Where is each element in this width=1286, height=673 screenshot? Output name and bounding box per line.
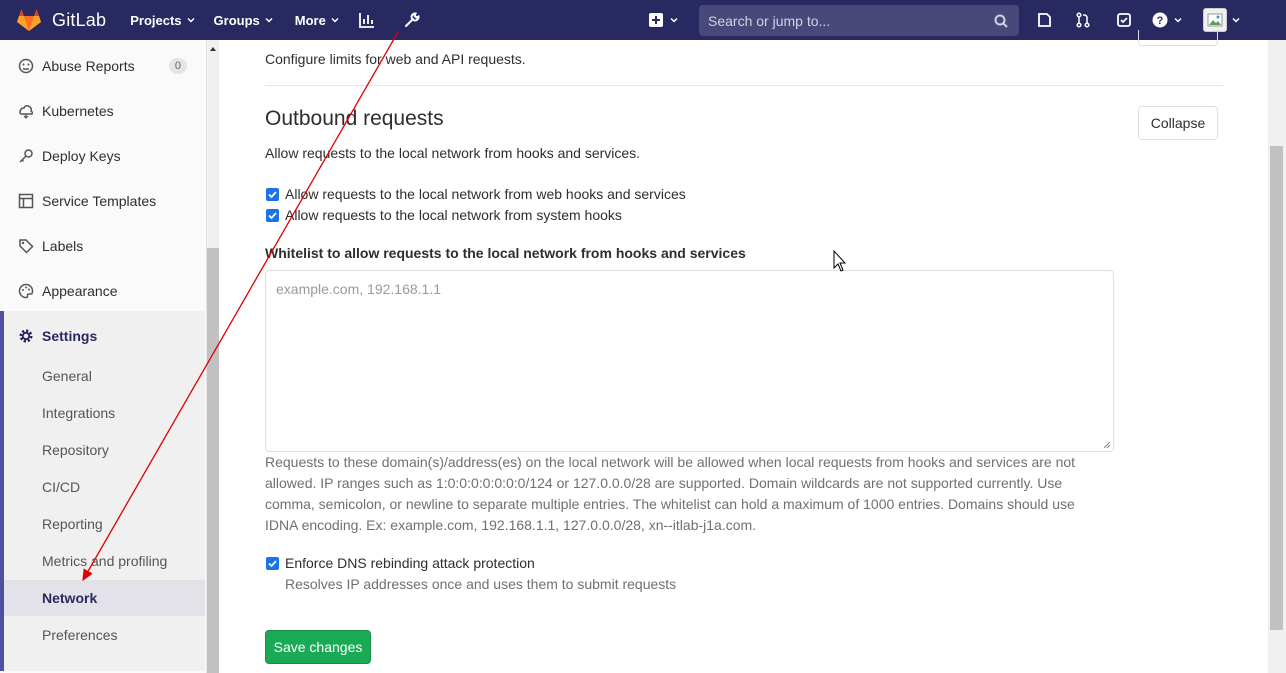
count-badge: 0 — [168, 57, 187, 74]
checkmark-icon — [268, 560, 277, 568]
sidebar-scrollbar-thumb[interactable] — [207, 248, 219, 673]
new-dropdown[interactable] — [648, 0, 679, 40]
label-icon — [19, 238, 34, 254]
dns-rebinding-help: Resolves IP addresses once and uses them… — [285, 576, 677, 592]
nav-more-label: More — [294, 12, 326, 28]
active-item-highlight — [4, 580, 205, 616]
sidebar-item-kubernetes[interactable]: Kubernetes — [0, 88, 205, 133]
sidebar-item-service-templates[interactable]: Service Templates — [0, 178, 205, 223]
web-hooks-checkbox-label[interactable]: Allow requests to the local network from… — [285, 186, 686, 202]
broken-image-icon — [1207, 13, 1223, 27]
appearance-icon — [18, 283, 34, 298]
sidebar-subitem-reporting[interactable]: Reporting — [42, 516, 103, 532]
nav-projects[interactable]: Projects — [130, 0, 195, 40]
dns-rebinding-label[interactable]: Enforce DNS rebinding attack protection — [285, 555, 535, 571]
whitelist-textarea[interactable]: example.com, 192.168.1.1 — [265, 270, 1114, 452]
chevron-down-icon — [1232, 17, 1240, 23]
admin-wrench-icon[interactable] — [397, 5, 427, 35]
checkmark-icon — [268, 191, 277, 199]
sidebar-subitem-repository[interactable]: Repository — [42, 442, 109, 458]
abuse-reports-icon — [18, 58, 34, 73]
section-title: Outbound requests — [265, 107, 444, 130]
search-box[interactable]: Search or jump to... — [699, 5, 1019, 36]
sidebar-item-label: Deploy Keys — [42, 147, 121, 164]
nav-groups[interactable]: Groups — [214, 0, 274, 40]
settings-section-bg — [0, 311, 205, 671]
scroll-up-arrow-icon[interactable] — [208, 44, 218, 54]
sidebar-item-labels[interactable]: Labels — [0, 223, 205, 268]
sidebar-subitem-integrations[interactable]: Integrations — [42, 405, 115, 421]
resize-handle-icon[interactable] — [1103, 441, 1111, 449]
save-changes-button[interactable]: Save changes — [265, 630, 371, 664]
sidebar-item-abuse-reports[interactable]: Abuse Reports 0 — [0, 43, 205, 88]
main-content: Configure limits for web and API request… — [220, 30, 1268, 673]
section-description: Allow requests to the local network from… — [265, 145, 641, 161]
sidebar-subitem-network[interactable]: Network — [42, 590, 97, 606]
sidebar-item-label: Service Templates — [42, 192, 157, 209]
issues-icon — [1038, 13, 1051, 27]
sidebar-item-appearance[interactable]: Appearance — [0, 268, 205, 313]
gitlab-logo[interactable]: GitLab — [16, 0, 106, 40]
activity-chart-icon[interactable] — [352, 5, 382, 35]
collapse-button[interactable]: Collapse — [1138, 106, 1218, 140]
nav-groups-label: Groups — [213, 12, 260, 28]
sidebar-item-deploy-keys[interactable]: Deploy Keys — [0, 133, 205, 178]
service-templates-icon — [18, 193, 34, 208]
nav-projects-label: Projects — [130, 12, 182, 28]
search-icon — [994, 14, 1008, 28]
previous-section-description: Configure limits for web and API request… — [265, 51, 526, 67]
sidebar-item-label: Appearance — [42, 282, 118, 299]
whitelist-label: Whitelist to allow requests to the local… — [265, 245, 746, 261]
merge-request-icon — [1076, 12, 1090, 28]
sidebar-item-label: Kubernetes — [42, 102, 114, 119]
web-hooks-checkbox[interactable] — [266, 188, 279, 201]
previous-section-button[interactable] — [1138, 30, 1218, 46]
top-navbar: GitLab Projects Groups More Search or ju… — [0, 0, 1286, 40]
issues-link[interactable] — [1036, 0, 1052, 40]
nav-more[interactable]: More — [295, 0, 340, 40]
merge-requests-link[interactable] — [1075, 0, 1091, 40]
sidebar-subitem-general[interactable]: General — [42, 368, 92, 384]
gitlab-tanuki-icon — [17, 9, 41, 31]
chevron-down-icon — [265, 17, 273, 23]
chevron-down-icon — [670, 17, 678, 23]
sidebar-subitem-preferences[interactable]: Preferences — [42, 627, 117, 643]
sidebar-item-label: Abuse Reports — [42, 57, 135, 74]
todos-link[interactable] — [1116, 0, 1132, 40]
key-icon — [19, 148, 33, 163]
chevron-down-icon — [187, 17, 195, 23]
sidebar-item-label: Labels — [42, 237, 84, 254]
system-hooks-checkbox[interactable] — [266, 209, 279, 222]
todo-check-icon — [1117, 13, 1131, 27]
search-input[interactable]: Search or jump to... — [708, 13, 993, 29]
sidebar-item-settings[interactable]: Settings — [0, 313, 205, 358]
sidebar-subitem-metrics-and-profiling[interactable]: Metrics and profiling — [42, 553, 167, 569]
brand-name: GitLab — [52, 9, 107, 30]
gear-icon — [19, 329, 33, 342]
whitelist-placeholder: example.com, 192.168.1.1 — [276, 281, 441, 297]
avatar — [1203, 8, 1227, 32]
help-question-icon: ? — [1152, 12, 1168, 28]
page-scrollbar-thumb[interactable] — [1270, 146, 1283, 630]
kubernetes-icon — [19, 104, 34, 119]
system-hooks-checkbox-label[interactable]: Allow requests to the local network from… — [285, 207, 622, 223]
sidebar-item-label: Settings — [42, 327, 98, 344]
checkmark-icon — [268, 212, 277, 220]
section-divider — [265, 85, 1223, 86]
dns-rebinding-checkbox[interactable] — [266, 557, 279, 570]
plus-square-icon — [649, 13, 663, 27]
svg-text:?: ? — [1157, 15, 1164, 27]
whitelist-help-text: Requests to these domain(s)/address(es) … — [265, 454, 1076, 533]
chevron-down-icon — [331, 17, 339, 23]
chevron-down-icon — [1174, 17, 1182, 23]
sidebar-subitem-cicd[interactable]: CI/CD — [42, 479, 80, 495]
